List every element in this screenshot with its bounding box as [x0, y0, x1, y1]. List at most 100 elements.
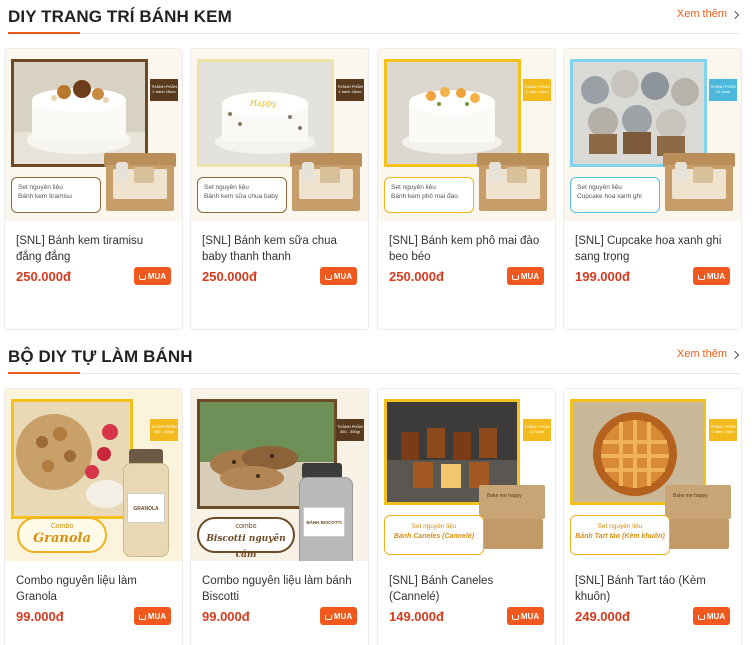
ingredient-bottle: [675, 162, 687, 182]
image-label: Set nguyên liệu Bánh kem phô mai đào: [384, 177, 474, 213]
product-card[interactable]: Happy THÀNH PHẦN 1 bánh 16cm Set nguyên …: [190, 48, 369, 330]
image-label-line2: Bánh Tart táo (Kèm khuôn): [575, 533, 665, 540]
product-image[interactable]: THÀNH PHẦN 1 bánh 16cm Bake me happy Set…: [564, 389, 741, 561]
product-name[interactable]: [SNL] Bánh kem sữa chua baby thanh thanh: [202, 233, 357, 265]
ingredient-tag: THÀNH PHẦN 1 bánh 16cm: [150, 79, 178, 101]
cake-photo: [11, 59, 148, 167]
svg-text:Happy: Happy: [249, 99, 277, 108]
image-label-line1: Set nguyên liệu: [577, 184, 622, 191]
jar-label: GRANOLA: [127, 493, 165, 523]
chevron-right-icon: [730, 350, 740, 359]
product-name[interactable]: [SNL] Bánh Caneles (Cannelé): [389, 573, 544, 605]
see-more-label: Xem thêm: [676, 8, 727, 20]
product-card[interactable]: THÀNH PHẦN 12 bánh Set nguyên liệu Cupca…: [563, 48, 742, 330]
product-card[interactable]: THÀNH PHẦN 300 - 350gr BÁNH BISCOTTI com…: [190, 388, 369, 645]
product-card[interactable]: THÀNH PHẦN 1 bánh 16cm Set nguyên liệu B…: [4, 48, 183, 330]
product-name[interactable]: [SNL] Bánh kem tiramisu đắng đắng: [16, 233, 171, 265]
product-price: 250.000đ: [16, 269, 71, 284]
ingredient-bottle: [116, 162, 128, 182]
price-row: 149.000đ MUA: [389, 607, 544, 629]
buy-button[interactable]: MUA: [320, 267, 357, 285]
price-row: 99.000đ MUA: [16, 607, 171, 629]
product-info: [SNL] Bánh Tart táo (Kèm khuôn) 249.000đ…: [564, 561, 741, 629]
product-info: [SNL] Cupcake hoa xanh ghi sang trọng 19…: [564, 221, 741, 289]
product-name[interactable]: [SNL] Bánh kem phô mai đào beo béo: [389, 233, 544, 265]
ingredient-tag: THÀNH PHẦN 1 bánh 16cm: [709, 419, 737, 441]
image-label: Set nguyên liệu Bánh kem sữa chua baby: [197, 177, 287, 213]
product-image[interactable]: THÀNH PHẦN 300 - 350gr GRANOLA Combo Gra…: [5, 389, 182, 561]
see-more-link[interactable]: Xem thêm: [677, 348, 740, 360]
buy-button-label: MUA: [147, 611, 167, 621]
section-title: BỘ DIY TỰ LÀM BÁNH: [8, 347, 193, 366]
image-label-line1: Set nguyên liệu: [391, 184, 436, 191]
cart-icon: [697, 614, 705, 620]
image-label: Set nguyên liệu Bánh Tart táo (Kèm khuôn…: [570, 515, 670, 555]
buy-button[interactable]: MUA: [693, 267, 730, 285]
product-name[interactable]: [SNL] Cupcake hoa xanh ghi sang trọng: [575, 233, 730, 265]
buy-button-label: MUA: [520, 611, 540, 621]
product-name[interactable]: Combo nguyên liệu làm bánh Biscotti: [202, 573, 357, 605]
image-label: Set nguyên liệu Bánh kem tiramisu: [11, 177, 101, 213]
buy-button[interactable]: MUA: [134, 607, 171, 625]
kit-box: Bake me happy: [479, 485, 545, 551]
product-info: [SNL] Bánh kem tiramisu đắng đắng 250.00…: [5, 221, 182, 289]
buy-button[interactable]: MUA: [693, 607, 730, 625]
image-label: Set nguyên liệu Bánh Caneles (Cannelé): [384, 515, 484, 555]
cart-icon: [511, 614, 519, 620]
ingredient-bag: [507, 167, 527, 183]
product-card[interactable]: THÀNH PHẦN 1 bánh 16cm Set nguyên liệu B…: [377, 48, 556, 330]
image-label: Combo Granola: [17, 517, 107, 553]
chevron-right-icon: [730, 10, 740, 19]
cart-icon: [324, 614, 332, 620]
box-label: Bake me happy: [487, 493, 522, 499]
product-price: 149.000đ: [389, 609, 444, 624]
product-price: 249.000đ: [575, 609, 630, 624]
product-image[interactable]: THÀNH PHẦN 12 bánh Bake me happy Set ngu…: [378, 389, 555, 561]
image-label-line2: Granola: [33, 531, 91, 546]
product-image[interactable]: THÀNH PHẦN 300 - 350gr BÁNH BISCOTTI com…: [191, 389, 368, 561]
product-image[interactable]: Happy THÀNH PHẦN 1 bánh 16cm Set nguyên …: [191, 49, 368, 221]
image-label-line2: Bánh kem phô mai đào: [391, 193, 458, 200]
cake-photo: [384, 59, 521, 167]
product-name[interactable]: [SNL] Bánh Tart táo (Kèm khuôn): [575, 573, 730, 605]
tiramisu-cake-illustration: [14, 62, 145, 164]
buy-button[interactable]: MUA: [320, 607, 357, 625]
buy-button[interactable]: MUA: [507, 267, 544, 285]
cart-icon: [511, 274, 519, 280]
cart-icon: [138, 274, 146, 280]
price-row: 249.000đ MUA: [575, 607, 730, 629]
cupcake-photo: [570, 59, 707, 167]
product-price: 250.000đ: [389, 269, 444, 284]
product-card[interactable]: THÀNH PHẦN 1 bánh 16cm Bake me happy Set…: [563, 388, 742, 645]
product-name[interactable]: Combo nguyên liệu làm Granola: [16, 573, 171, 605]
product-image[interactable]: THÀNH PHẦN 1 bánh 16cm Set nguyên liệu B…: [378, 49, 555, 221]
product-image[interactable]: THÀNH PHẦN 1 bánh 16cm Set nguyên liệu B…: [5, 49, 182, 221]
cart-icon: [138, 614, 146, 620]
peach-cake-illustration: [387, 62, 518, 164]
product-card[interactable]: THÀNH PHẦN 12 bánh Bake me happy Set ngu…: [377, 388, 556, 645]
section-diy-baking-kits: BỘ DIY TỰ LÀM BÁNH Xem thêm THÀNH PHẦN 3…: [0, 340, 752, 645]
product-image[interactable]: THÀNH PHẦN 12 bánh Set nguyên liệu Cupca…: [564, 49, 741, 221]
image-label-line2: Bánh kem sữa chua baby: [204, 193, 279, 200]
cake-photo: Happy: [197, 59, 334, 167]
biscotti-jar: BÁNH BISCOTTI: [295, 463, 359, 561]
product-price: 99.000đ: [16, 609, 64, 624]
ingredient-bottle: [302, 162, 314, 182]
image-label-line2: Bánh Caneles (Cannelé): [393, 533, 475, 540]
product-card[interactable]: THÀNH PHẦN 300 - 350gr GRANOLA Combo Gra…: [4, 388, 183, 645]
image-label-line1: Set nguyên liệu: [204, 184, 249, 191]
price-row: 99.000đ MUA: [202, 607, 357, 629]
buy-button-label: MUA: [520, 271, 540, 281]
image-label: Set nguyên liệu Cupcake hoa xanh ghi: [570, 177, 660, 213]
section-header: DIY TRANG TRÍ BÁNH KEM Xem thêm: [8, 0, 740, 34]
see-more-link[interactable]: Xem thêm: [676, 8, 740, 20]
box-body: [481, 519, 543, 549]
kit-box: [663, 153, 735, 213]
buy-button-label: MUA: [706, 611, 726, 621]
buy-button[interactable]: MUA: [134, 267, 171, 285]
image-label-line2: Cupcake hoa xanh ghi: [577, 193, 642, 200]
box-lid: [479, 485, 545, 519]
buy-button-label: MUA: [147, 271, 167, 281]
ingredient-bag: [134, 167, 154, 183]
buy-button[interactable]: MUA: [507, 607, 544, 625]
